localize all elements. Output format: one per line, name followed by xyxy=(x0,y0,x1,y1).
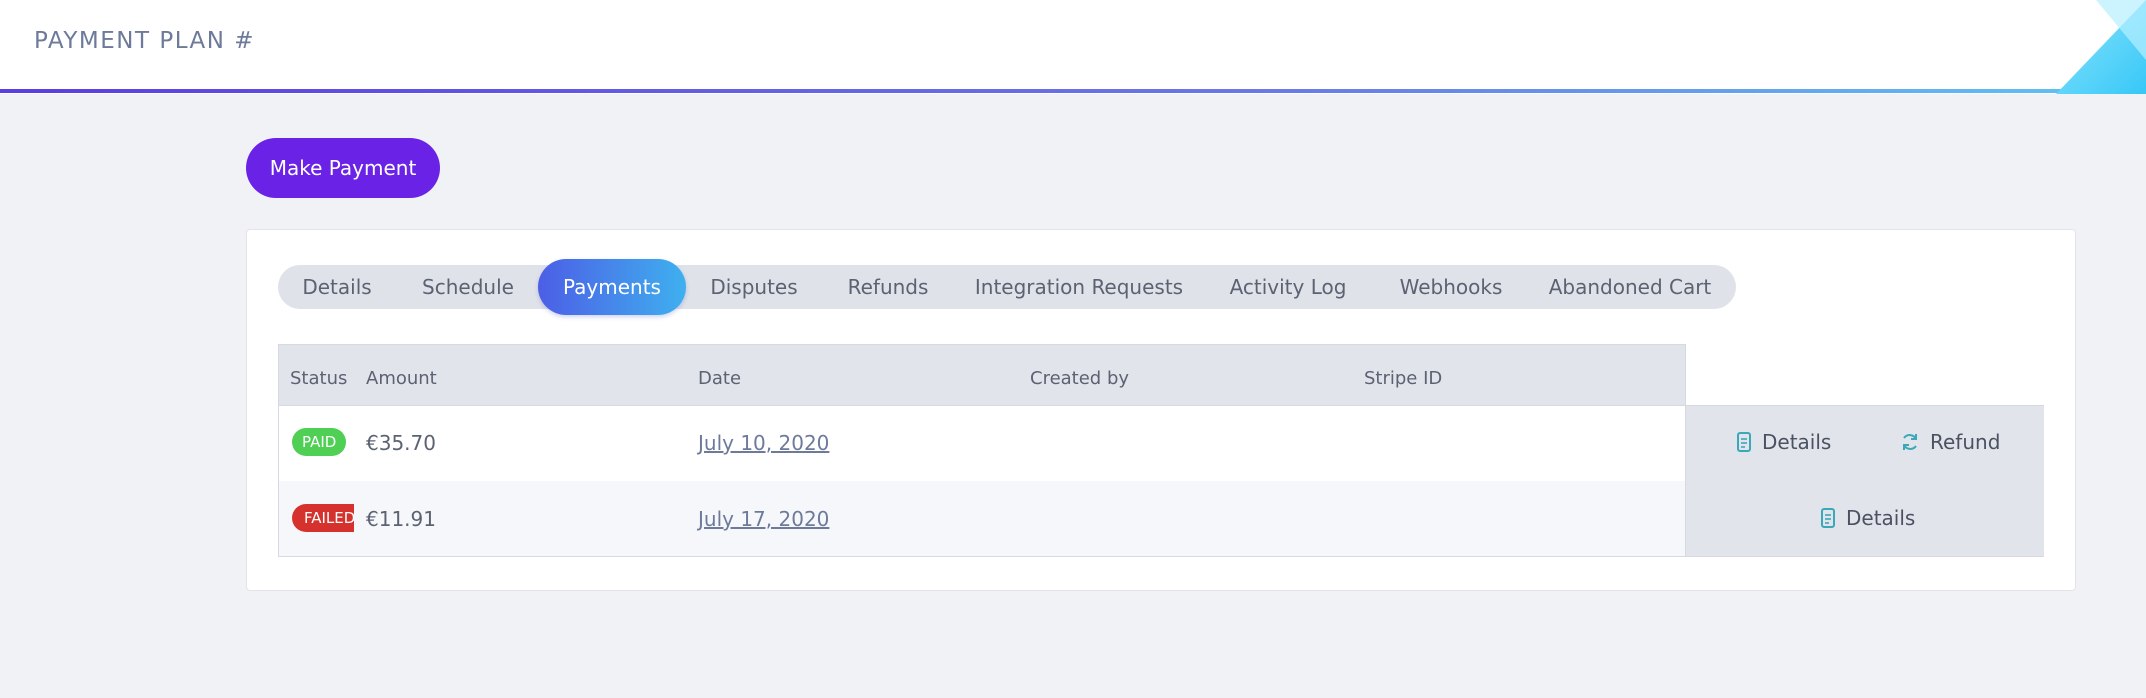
tab-integration-requests[interactable]: Integration Requests xyxy=(966,265,1192,309)
amount-value: €35.70 xyxy=(366,431,436,455)
status-badge-paid: PAID xyxy=(292,428,347,456)
details-button-label: Details xyxy=(1762,430,1832,454)
tab-abandoned-cart[interactable]: Abandoned Cart xyxy=(1540,265,1720,309)
details-button[interactable]: Details xyxy=(1820,506,1915,530)
refresh-icon xyxy=(1900,432,1920,452)
refund-button[interactable]: Refund xyxy=(1900,430,2000,454)
payment-date-link[interactable]: July 17, 2020 xyxy=(698,507,829,531)
column-header-date: Date xyxy=(698,368,742,389)
document-icon xyxy=(1736,432,1752,452)
document-icon xyxy=(1820,508,1836,528)
refund-button-label: Refund xyxy=(1930,430,2001,454)
tab-disputes[interactable]: Disputes xyxy=(694,265,814,309)
tab-payments[interactable]: Payments xyxy=(538,259,686,315)
status-badge-failed: FAILED xyxy=(292,504,354,532)
tab-webhooks[interactable]: Webhooks xyxy=(1386,265,1516,309)
tab-schedule[interactable]: Schedule xyxy=(406,265,530,309)
column-header-amount: Amount xyxy=(366,368,437,389)
table-row xyxy=(278,481,1686,557)
header-accent-line xyxy=(0,89,2146,93)
column-header-stripe-id: Stripe ID xyxy=(1364,368,1443,389)
table-header xyxy=(278,344,1686,406)
column-header-status: Status xyxy=(290,368,348,389)
tab-activity-log[interactable]: Activity Log xyxy=(1214,265,1362,309)
table-row xyxy=(278,405,1686,481)
payment-date-link[interactable]: July 10, 2020 xyxy=(698,431,829,455)
amount-value: €11.91 xyxy=(366,507,436,531)
column-header-created-by: Created by xyxy=(1030,368,1130,389)
make-payment-button[interactable]: Make Payment xyxy=(246,138,440,198)
page-title: PAYMENT PLAN # xyxy=(34,28,256,54)
top-bar: PAYMENT PLAN # xyxy=(0,0,2146,94)
details-button-label: Details xyxy=(1846,506,1916,530)
tab-refunds[interactable]: Refunds xyxy=(830,265,946,309)
details-button[interactable]: Details xyxy=(1736,430,1831,454)
tab-details[interactable]: Details xyxy=(286,265,388,309)
